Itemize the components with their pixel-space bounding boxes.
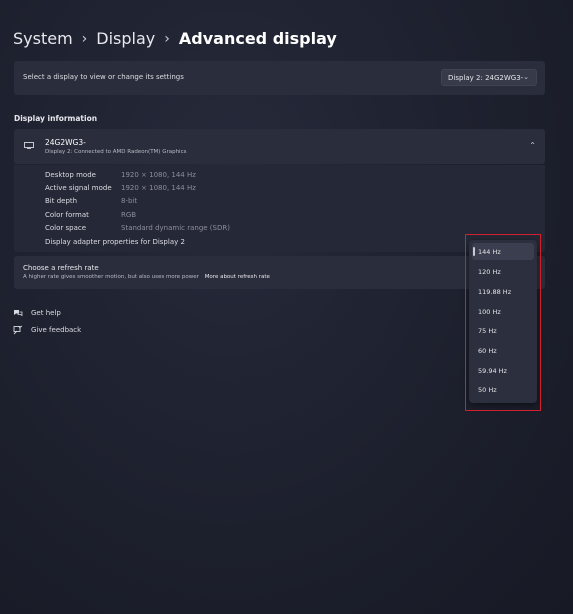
- info-value: 1920 × 1080, 144 Hz: [121, 171, 196, 179]
- breadcrumb-separator-icon: ›: [81, 30, 88, 47]
- refresh-option-119-88[interactable]: 119.88 Hz: [472, 283, 534, 300]
- display-adapter-properties-link[interactable]: Display adapter properties for Display 2: [45, 238, 185, 246]
- chevron-up-icon[interactable]: ⌃: [529, 141, 536, 150]
- help-chat-icon: [14, 310, 23, 317]
- info-row-active-signal-mode: Active signal mode 1920 × 1080, 144 Hz: [45, 184, 196, 192]
- display-info-body: Desktop mode 1920 × 1080, 144 Hz Active …: [14, 165, 545, 252]
- monitor-icon: [24, 142, 34, 149]
- refresh-rate-title: Choose a refresh rate: [23, 264, 99, 272]
- refresh-option-144[interactable]: 144 Hz: [472, 243, 534, 260]
- refresh-rate-dropdown-menu: 144 Hz 120 Hz 119.88 Hz 100 Hz 75 Hz 60 …: [469, 240, 537, 403]
- refresh-option-100[interactable]: 100 Hz: [472, 303, 534, 320]
- info-label: Color format: [45, 211, 89, 219]
- display-select-value: Display 2: 24G2WG3-: [448, 73, 524, 82]
- info-row-color-format: Color format RGB: [45, 211, 136, 219]
- select-display-label: Select a display to view or change its s…: [23, 73, 184, 81]
- refresh-option-50[interactable]: 50 Hz: [472, 381, 534, 398]
- display-info-header[interactable]: 24G2WG3- Display 2: Connected to AMD Rad…: [14, 129, 545, 164]
- breadcrumb-display[interactable]: Display: [96, 29, 155, 48]
- info-row-desktop-mode: Desktop mode 1920 × 1080, 144 Hz: [45, 171, 196, 179]
- more-about-refresh-rate-link[interactable]: More about refresh rate: [205, 274, 270, 280]
- info-value: 1920 × 1080, 144 Hz: [121, 184, 196, 192]
- refresh-option-120[interactable]: 120 Hz: [472, 263, 534, 280]
- info-label: Bit depth: [45, 197, 78, 205]
- info-label: Color space: [45, 224, 87, 232]
- give-feedback-label: Give feedback: [31, 326, 82, 334]
- monitor-name: 24G2WG3-: [45, 138, 86, 147]
- info-row-bit-depth: Bit depth 8-bit: [45, 197, 137, 205]
- page-title: Advanced display: [178, 29, 337, 48]
- info-label: Active signal mode: [45, 184, 112, 192]
- refresh-rate-card: Choose a refresh rate A higher rate give…: [14, 256, 545, 289]
- info-value: RGB: [121, 211, 137, 219]
- info-row-color-space: Color space Standard dynamic range (SDR): [45, 224, 230, 232]
- info-value: 8-bit: [121, 197, 138, 205]
- refresh-rate-description: A higher rate gives smoother motion, but…: [23, 274, 270, 280]
- breadcrumb: System › Display › Advanced display: [13, 29, 337, 48]
- get-help-label: Get help: [31, 309, 61, 317]
- breadcrumb-system[interactable]: System: [13, 29, 73, 48]
- breadcrumb-separator-icon: ›: [164, 30, 170, 47]
- select-display-card: Select a display to view or change its s…: [14, 61, 545, 95]
- section-title-display-information: Display information: [14, 114, 98, 123]
- info-value: Standard dynamic range (SDR): [121, 224, 230, 232]
- give-feedback-link[interactable]: Give feedback: [13, 325, 81, 335]
- chevron-down-icon: ⌄: [523, 73, 529, 81]
- info-label: Desktop mode: [45, 171, 96, 179]
- get-help-link[interactable]: Get help: [13, 308, 61, 318]
- monitor-connection: Display 2: Connected to AMD Radeon(TM) G…: [45, 149, 187, 155]
- refresh-rate-description-text: A higher rate gives smoother motion, but…: [23, 274, 199, 280]
- display-select-dropdown[interactable]: Display 2: 24G2WG3- ⌄: [441, 69, 537, 86]
- refresh-option-59-94[interactable]: 59.94 Hz: [472, 362, 534, 379]
- refresh-option-60[interactable]: 60 Hz: [472, 342, 534, 359]
- feedback-icon: [13, 325, 23, 335]
- refresh-option-75[interactable]: 75 Hz: [472, 322, 534, 339]
